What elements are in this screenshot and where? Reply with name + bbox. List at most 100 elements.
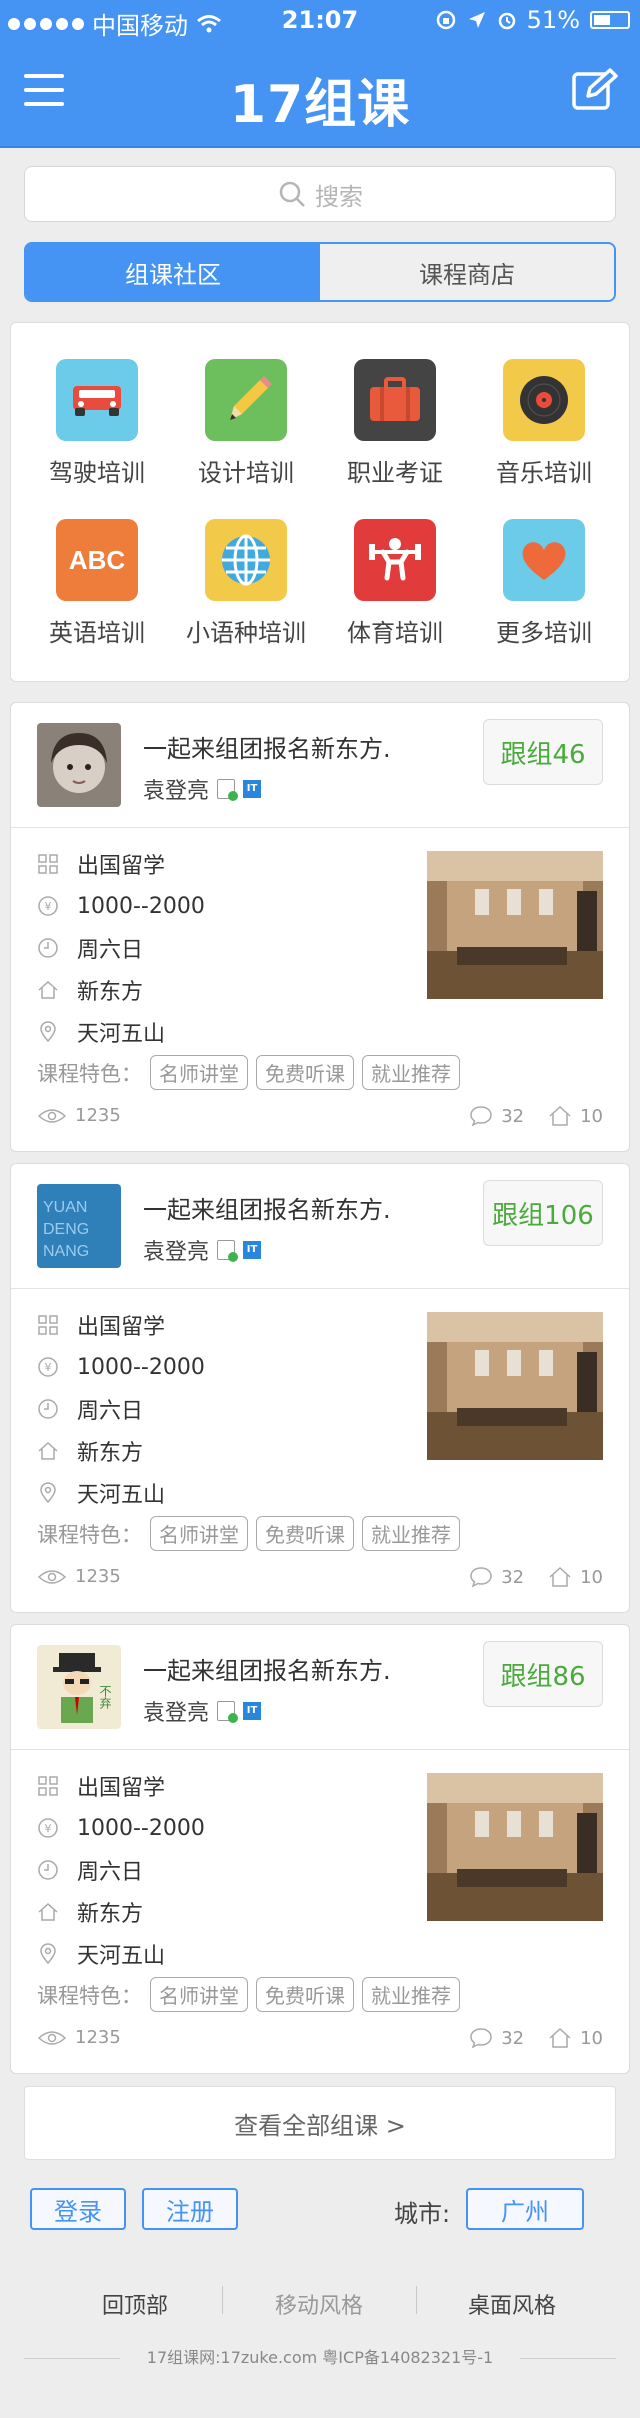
group-title: 一起来组团报名新东方.: [143, 1657, 391, 1685]
comment-count-button[interactable]: 32: [469, 1105, 524, 1127]
svg-text:¥: ¥: [45, 900, 52, 913]
category-driving[interactable]: 驾驶培训: [23, 359, 171, 488]
tab-course-store[interactable]: 课程商店: [320, 244, 614, 300]
group-location: 天河五山: [77, 1944, 166, 1969]
abc-icon: ABC: [56, 519, 138, 601]
city-select[interactable]: 广州: [466, 2188, 584, 2230]
feature-tag: 就业推荐: [362, 1977, 460, 2012]
course-photo: [427, 851, 603, 999]
alarm-icon: [498, 12, 515, 30]
feature-tag: 名师讲堂: [150, 1055, 248, 1090]
category-music[interactable]: 音乐培训: [470, 359, 618, 488]
divider: [416, 2286, 417, 2314]
group-location: 天河五山: [77, 1483, 166, 1508]
desktop-style-link[interactable]: 桌面风格: [468, 2288, 556, 2320]
copyright: 17组课网:17zuke.com 粤ICP备14082321号-1: [120, 2344, 520, 2368]
grid-icon: [37, 1775, 59, 1797]
comment-icon: [470, 2028, 492, 2049]
group-title: 一起来组团报名新东方.: [143, 735, 391, 763]
follow-group-button[interactable]: 跟组106: [483, 1180, 603, 1246]
course-features: 课程特色： 名师讲堂 免费听课 就业推荐: [37, 1977, 460, 2012]
group-card[interactable]: YUAN DENG NANG 一起来组团报名新东方. 袁登亮 IT 跟组106 出国…: [10, 1163, 630, 1613]
verified-icon: [217, 779, 239, 801]
verified-icon: [217, 1701, 239, 1723]
category-label: 设计培训: [198, 459, 294, 487]
login-button[interactable]: 登录: [30, 2188, 126, 2230]
feature-tag: 免费听课: [256, 1516, 354, 1551]
feature-tag: 就业推荐: [362, 1055, 460, 1090]
group-category: 出国留学: [77, 1776, 166, 1801]
search-placeholder: 搜索: [315, 182, 363, 211]
register-button[interactable]: 注册: [142, 2188, 238, 2230]
category-english[interactable]: ABC 英语培训: [23, 519, 171, 648]
group-price: 1000--2000: [77, 1354, 205, 1380]
card-footer: 1235 32 10: [37, 1105, 603, 1135]
category-more[interactable]: 更多培训: [470, 519, 618, 648]
group-day: 周六日: [77, 1399, 144, 1424]
features-label: 课程特色：: [37, 1522, 142, 1547]
group-day: 周六日: [77, 1860, 144, 1885]
follow-group-button[interactable]: 跟组86: [483, 1641, 603, 1707]
category-languages[interactable]: 小语种培训: [172, 519, 320, 648]
it-badge: IT: [243, 1241, 262, 1259]
category-label: 英语培训: [49, 619, 145, 647]
divider: [11, 827, 629, 828]
course-photo: [427, 1312, 603, 1460]
category-certification[interactable]: 职业考证: [321, 359, 469, 488]
group-category: 出国留学: [77, 854, 166, 879]
category-label: 更多培训: [496, 619, 592, 647]
category-label: 体育培训: [347, 619, 443, 647]
avatar: 不弃: [37, 1645, 121, 1729]
group-card[interactable]: 一起来组团报名新东方. 袁登亮 IT 跟组46 出国留学 ¥1000--2000…: [10, 702, 630, 1152]
status-bar: 中国移动 21:07 51%: [0, 0, 640, 40]
category-label: 驾驶培训: [49, 459, 145, 487]
tab-community[interactable]: 组课社区: [26, 244, 320, 300]
feature-tag: 免费听课: [256, 1977, 354, 2012]
home-icon: [37, 1440, 59, 1462]
comment-count: 32: [501, 1105, 525, 1127]
group-user: 袁登亮 IT: [143, 1695, 262, 1727]
yuan-icon: ¥: [37, 1356, 59, 1378]
group-info: 出国留学 ¥1000--2000 周六日 新东方 天河五山: [37, 1304, 205, 1514]
group-school: 新东方: [77, 1902, 144, 1927]
nav-bar: 17组课: [0, 40, 640, 148]
category-label: 职业考证: [347, 459, 443, 487]
pencil-icon: [205, 359, 287, 441]
comment-count-button[interactable]: 32: [469, 1566, 524, 1588]
like-count-button[interactable]: 10: [548, 2027, 603, 2049]
features-label: 课程特色：: [37, 1983, 142, 2008]
course-features: 课程特色： 名师讲堂 免费听课 就业推荐: [37, 1516, 460, 1551]
search-input[interactable]: 搜索: [24, 166, 616, 222]
house-icon: [549, 1566, 571, 1587]
group-school: 新东方: [77, 980, 144, 1005]
edit-icon[interactable]: [570, 66, 618, 114]
svg-text:ABC: ABC: [69, 545, 126, 575]
eye-icon: [37, 1569, 67, 1584]
view-all-groups-button[interactable]: 查看全部组课 >: [24, 2086, 616, 2160]
globe-icon: [205, 519, 287, 601]
view-count: 1235: [75, 1105, 121, 1126]
category-grid: 驾驶培训 设计培训 职业考证 音乐培训 ABC 英语培训 小语种培训 体育培训: [10, 322, 630, 682]
group-card[interactable]: 不弃 一起来组团报名新东方. 袁登亮 IT 跟组86 出国留学 ¥1000--2…: [10, 1624, 630, 2074]
comment-icon: [470, 1106, 492, 1127]
app-title: 17组课: [229, 75, 411, 135]
category-sports[interactable]: 体育培训: [321, 519, 469, 648]
comment-count-button[interactable]: 32: [469, 2027, 524, 2049]
back-to-top-link[interactable]: 回顶部: [102, 2288, 168, 2320]
follow-group-button[interactable]: 跟组46: [483, 719, 603, 785]
feature-tag: 就业推荐: [362, 1516, 460, 1551]
avatar-text: NANG: [43, 1243, 89, 1260]
like-count: 10: [580, 2027, 603, 2049]
eye-icon: [37, 2030, 67, 2045]
weightlifter-icon: [354, 519, 436, 601]
mobile-style-link[interactable]: 移动风格: [275, 2288, 363, 2320]
like-count-button[interactable]: 10: [548, 1105, 603, 1127]
like-count: 10: [580, 1566, 603, 1588]
home-icon: [37, 979, 59, 1001]
like-count-button[interactable]: 10: [548, 1566, 603, 1588]
divider: [11, 1749, 629, 1750]
group-price: 1000--2000: [77, 1815, 205, 1841]
divider: [11, 1288, 629, 1289]
category-design[interactable]: 设计培训: [172, 359, 320, 488]
group-day: 周六日: [77, 938, 144, 963]
